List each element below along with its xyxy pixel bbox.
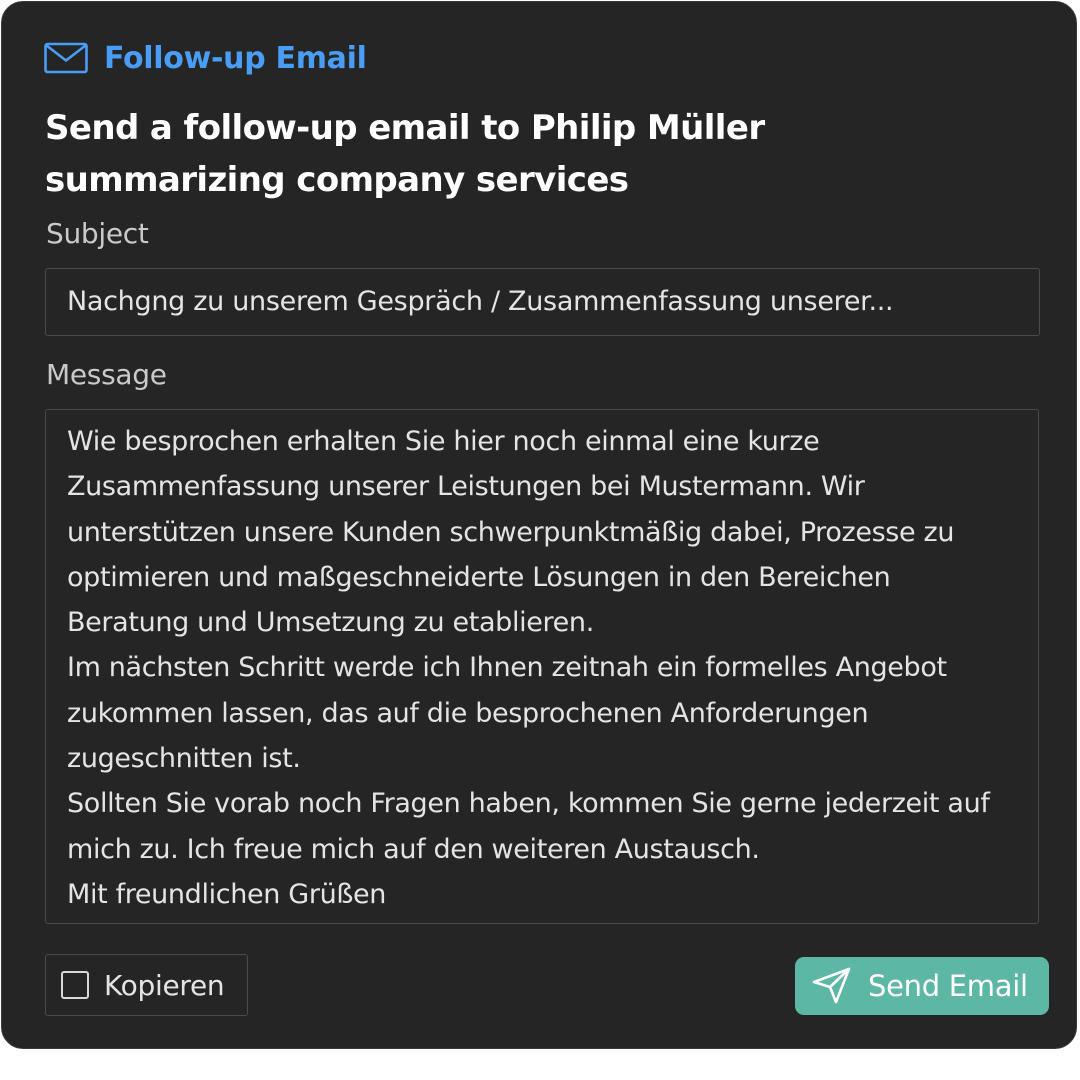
card-header: Follow-up Email xyxy=(44,38,367,78)
message-paragraph: Im nächsten Schritt werde ich Ihnen zeit… xyxy=(67,652,947,775)
message-paragraph: Wie besprochen erhalten Sie hier noch ei… xyxy=(67,426,955,639)
subject-label: Subject xyxy=(46,217,149,250)
send-icon xyxy=(812,967,851,1004)
follow-up-email-card: Follow-up Email Send a follow-up email t… xyxy=(1,1,1077,1049)
page-title: Send a follow-up email to Philip Müller … xyxy=(45,108,765,200)
message-label: Message xyxy=(46,358,167,391)
mail-icon xyxy=(44,42,88,74)
copy-label: Kopieren xyxy=(104,968,225,1002)
send-email-label: Send Email xyxy=(868,969,1028,1003)
message-paragraph: Mit freundlichen Grüßen xyxy=(67,878,387,910)
message-textarea[interactable]: Wie besprochen erhalten Sie hier noch ei… xyxy=(45,409,1039,924)
copy-checkbox-button[interactable]: Kopieren xyxy=(45,954,248,1016)
message-paragraph: Sollten Sie vorab noch Fragen haben, kom… xyxy=(67,788,990,865)
checkbox[interactable] xyxy=(61,971,89,999)
card-title: Follow-up Email xyxy=(104,40,367,76)
send-email-button[interactable]: Send Email xyxy=(795,957,1049,1015)
subject-input[interactable]: Nachgng zu unserem Gespräch / Zusammenfa… xyxy=(45,268,1040,336)
